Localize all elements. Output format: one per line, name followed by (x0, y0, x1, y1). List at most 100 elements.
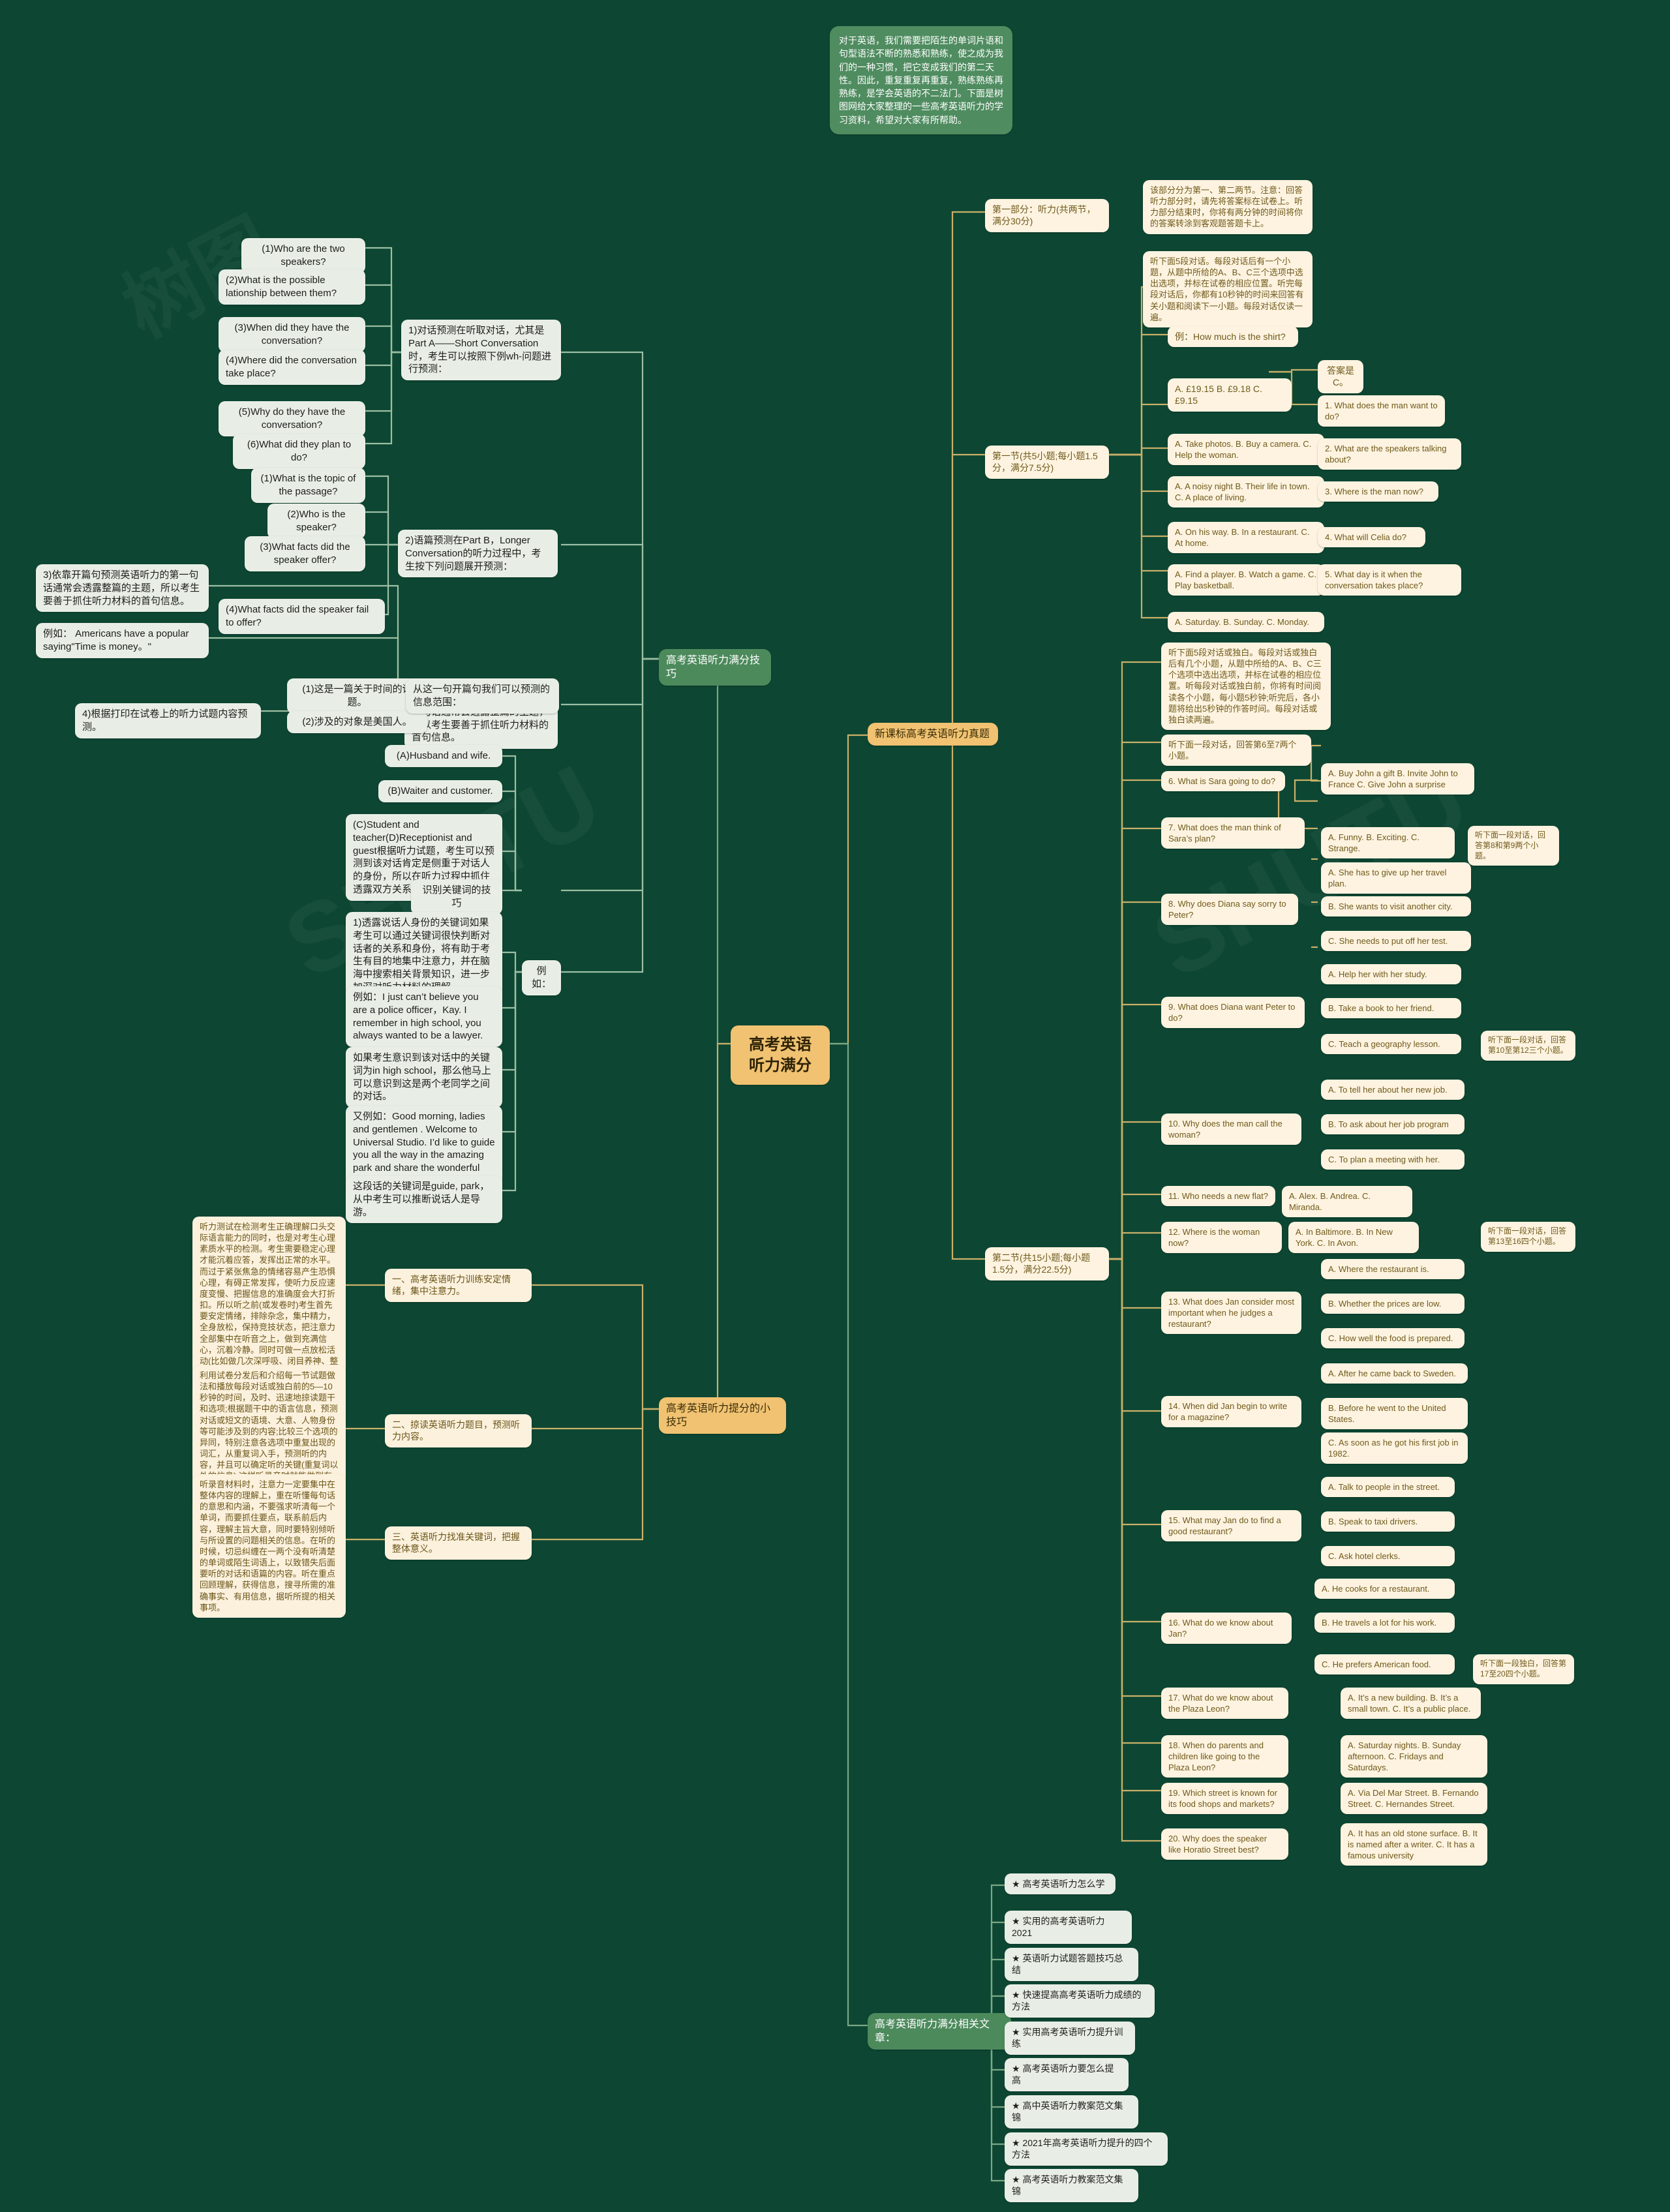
exam-q16-option-b[interactable]: B. He travels a lot for his work. (1314, 1613, 1455, 1633)
score-tip-body-3[interactable]: 听录音材料时，注意力一定要集中在整体内容的理解上，重在听懂每句话的意思和内涵，不… (192, 1474, 346, 1618)
printed-predict-node[interactable]: 4)根据打印在试卷上的听力试题内容预测。 (75, 703, 261, 738)
exam-question-9[interactable]: 9. What does Diana want Peter to do? (1161, 997, 1305, 1029)
exam-q9-option-a[interactable]: A. Help her with her study. (1321, 964, 1461, 985)
score-tip-title-3[interactable]: 三、英语听力找准关键词，把握整体意义。 (385, 1526, 532, 1560)
dialog-question-2[interactable]: (2)What is the possible lationship betwe… (219, 269, 365, 305)
exam-q15-option-b[interactable]: B. Speak to taxi drivers. (1321, 1511, 1455, 1532)
dialog-predict-node[interactable]: 1)对话预测在听取对话，尤其是Part A——Short Conversatio… (401, 320, 561, 381)
exam-q14-option-a[interactable]: A. After he came back to Sweden. (1321, 1363, 1468, 1384)
exam-q9-option-c[interactable]: C. Teach a geography lesson. (1321, 1034, 1461, 1055)
exam-q14-option-c[interactable]: C. As soon as he got his first job in 19… (1321, 1432, 1468, 1464)
keyword-item-5[interactable]: 这段话的关键词是guide, park，从中考生可以推断说话人是导游。 (346, 1175, 502, 1224)
exam-q10-option-b[interactable]: B. To ask about her job program (1321, 1114, 1465, 1135)
passage-question-4[interactable]: (4)What facts did the speaker fail to of… (219, 599, 385, 634)
exam-q9-option-b[interactable]: B. Take a book to her friend. (1321, 998, 1461, 1019)
exam-part1-note[interactable]: 该部分分为第一、第二两节。注意：回答听力部分时，请先将答案标在试卷上。听力部分结… (1143, 180, 1313, 234)
exam-q16-option-c[interactable]: C. He prefers American food. (1314, 1654, 1455, 1675)
dialog-hint-4[interactable]: 听下面一段对话，回答第13至16四个小题。 (1481, 1222, 1575, 1252)
exam-q12-options[interactable]: A. In Baltimore. B. In New York. C. In A… (1288, 1222, 1419, 1254)
keyword-skill-node[interactable]: 识别关键词的技巧 (411, 879, 502, 915)
dialog-question-4[interactable]: (4)Where did the conversation take place… (219, 350, 365, 385)
exam-q3-options[interactable]: A. On his way. B. In a restaurant. C. At… (1168, 522, 1324, 554)
exam-question-12[interactable]: 12. Where is the woman now? (1161, 1222, 1282, 1254)
exam-question-1[interactable]: 1. What does the man want to do? (1318, 395, 1445, 427)
exam-q10-option-a[interactable]: A. To tell her about her new job. (1321, 1080, 1465, 1100)
related-article-2[interactable]: ★ 实用的高考英语听力2021 (1005, 1911, 1132, 1944)
exam-q20-options[interactable]: A. It has an old stone surface. B. It is… (1341, 1823, 1487, 1866)
exam-question-17[interactable]: 17. What do we know about the Plaza Leon… (1161, 1688, 1288, 1720)
exam-q5-options[interactable]: A. Saturday. B. Sunday. C. Monday. (1168, 612, 1324, 633)
exam-q16-option-a[interactable]: A. He cooks for a restaurant. (1314, 1579, 1455, 1599)
related-article-4[interactable]: ★ 快速提高高考英语听力成绩的方法 (1005, 1984, 1155, 2018)
exam-q6-options[interactable]: A. Buy John a gift B. Invite John to Fra… (1321, 763, 1474, 795)
exam-q18-options[interactable]: A. Saturday nights. B. Sunday afternoon.… (1341, 1735, 1487, 1778)
exam-question-14[interactable]: 14. When did Jan begin to write for a ma… (1161, 1396, 1301, 1428)
dialog-hint-1[interactable]: 听下面一段对话，回答第6至7两个小题。 (1161, 735, 1311, 766)
keyword-item-3[interactable]: 如果考生意识到该对话中的关键词为in high school，那么他马上可以意识… (346, 1047, 502, 1108)
exam-question-18[interactable]: 18. When do parents and children like go… (1161, 1735, 1288, 1778)
exam-part1-node[interactable]: 第一部分：听力(共两节，满分30分) (985, 199, 1109, 232)
exam-question-2[interactable]: 2. What are the speakers talking about? (1318, 438, 1461, 470)
exam-section1-node[interactable]: 第一节(共5小题;每小题1.5分，满分7.5分) (985, 446, 1109, 479)
exam-question-5[interactable]: 5. What day is it when the conversation … (1318, 564, 1461, 596)
exam-q15-option-a[interactable]: A. Talk to people in the street. (1321, 1477, 1455, 1498)
exam-question-20[interactable]: 20. Why does the speaker like Horatio St… (1161, 1828, 1288, 1860)
branch-real-questions[interactable]: 新课标高考英语听力真题 (868, 723, 998, 746)
exam-q17-options[interactable]: A. It’s a new building. B. It’s a small … (1341, 1688, 1481, 1720)
exam-question-19[interactable]: 19. Which street is known for its food s… (1161, 1783, 1288, 1815)
first-sentence-node[interactable]: 3)依靠开篇句预测英语听力的第一句话通常会透露整篇的主题，所以考生要善于抓住听力… (36, 564, 209, 613)
exam-q2-options[interactable]: A. A noisy night B. Their life in town. … (1168, 476, 1324, 508)
exam-q1-options[interactable]: A. Take photos. B. Buy a camera. C. Help… (1168, 434, 1324, 466)
score-tip-title-2[interactable]: 二、掠读英语听力题目，预测听力内容。 (385, 1414, 532, 1447)
first-sentence-example[interactable]: 例如： Americans have a popular saying"Time… (36, 623, 209, 658)
exam-q13-option-b[interactable]: B. Whether the prices are low. (1321, 1294, 1465, 1314)
exam-q13-option-c[interactable]: C. How well the food is prepared. (1321, 1328, 1465, 1349)
dialog-hint-5[interactable]: 听下面一段独白，回答第17至20四个小题。 (1473, 1654, 1574, 1684)
related-article-6[interactable]: ★ 高考英语听力要怎么提高 (1005, 2058, 1129, 2091)
exam-q14-option-b[interactable]: B. Before he went to the United States. (1321, 1398, 1468, 1430)
exam-question-15[interactable]: 15. What may Jan do to find a good resta… (1161, 1510, 1301, 1542)
exam-q10-option-c[interactable]: C. To plan a meeting with her. (1321, 1149, 1465, 1170)
related-article-7[interactable]: ★ 高中英语听力教案范文集锦 (1005, 2095, 1138, 2129)
exam-question-8[interactable]: 8. Why does Diana say sorry to Peter? (1161, 894, 1298, 926)
keyword-item-2[interactable]: 例如：I just can’t believe you are a police… (346, 986, 502, 1048)
exam-q8-option-c[interactable]: C. She needs to put off her test. (1321, 931, 1471, 952)
score-tip-title-1[interactable]: 一、高考英语听力训练安定情绪，集中注意力。 (385, 1269, 532, 1302)
exam-q4-options[interactable]: A. Find a player. B. Watch a game. C. Pl… (1168, 564, 1324, 596)
keyword-item-1[interactable]: 1)透露说话人身份的关键词如果考生可以通过关键词很快判断对话者的关系和身份，将有… (346, 912, 502, 999)
related-article-3[interactable]: ★ 英语听力试题答题技巧总结 (1005, 1948, 1138, 1981)
passage-predict-node[interactable]: 2)语篇预测在Part B，Longer Conversation的听力过程中，… (398, 530, 558, 578)
dialog-question-6[interactable]: (6)What did they plan to do? (233, 434, 365, 469)
exam-q11-options[interactable]: A. Alex. B. Andrea. C. Miranda. (1282, 1186, 1412, 1218)
exam-question-13[interactable]: 13. What does Jan consider most importan… (1161, 1292, 1301, 1335)
branch-score-tips[interactable]: 高考英语听力提分的小技巧 (659, 1397, 786, 1434)
exam-question-11[interactable]: 11. Who needs a new flat? (1161, 1186, 1275, 1207)
exam-q7-options[interactable]: A. Funny. B. Exciting. C. Strange. (1321, 827, 1455, 859)
intro-node[interactable]: 对于英语，我们需要把陌生的单词片语和句型语法不断的熟悉和熟练，使之成为我们的一种… (830, 26, 1012, 135)
related-article-1[interactable]: ★ 高考英语听力怎么学 (1005, 1873, 1116, 1895)
related-article-9[interactable]: ★ 高考英语听力教案范文集锦 (1005, 2169, 1138, 2202)
exam-section2-node[interactable]: 第二节(共15小题;每小题1.5分，满分22.5分) (985, 1247, 1109, 1280)
dialog-question-3[interactable]: (3)When did they have the conversation? (219, 317, 365, 352)
exam-section1-note[interactable]: 听下面5段对话。每段对话后有一个小题，从题中所给的A、B、C三个选项中选出选项，… (1143, 251, 1313, 327)
exam-q19-options[interactable]: A. Via Del Mar Street. B. Fernando Stree… (1341, 1783, 1487, 1815)
keyword-example-label[interactable]: 例如： (522, 960, 561, 995)
exam-question-3[interactable]: 3. Where is the man now? (1318, 481, 1438, 502)
passage-question-3[interactable]: (3)What facts did the speaker offer? (245, 536, 365, 571)
dialog-question-5[interactable]: (5)Why do they have the conversation? (219, 401, 365, 436)
exam-q8-option-b[interactable]: B. She wants to visit another city. (1321, 896, 1471, 917)
exam-question-4[interactable]: 4. What will Celia do? (1318, 527, 1425, 548)
exam-question-10[interactable]: 10. Why does the man call the woman? (1161, 1114, 1301, 1145)
exam-question-16[interactable]: 16. What do we know about Jan? (1161, 1613, 1292, 1644)
range-item-2[interactable]: (2)涉及的对象是美国人。 (287, 711, 427, 733)
passage-question-2[interactable]: (2)Who is the speaker? (267, 504, 365, 539)
exam-question-6[interactable]: 6. What is Sara going to do? (1161, 771, 1285, 792)
option-b[interactable]: (B)Waiter and customer. (378, 780, 502, 802)
related-article-8[interactable]: ★ 2021年高考英语听力提升的四个方法 (1005, 2132, 1168, 2166)
exam-q13-option-a[interactable]: A. Where the restaurant is. (1321, 1259, 1465, 1280)
dialog-hint-3[interactable]: 听下面一段对话，回答第10至第12三个小题。 (1481, 1031, 1575, 1061)
branch-skills[interactable]: 高考英语听力满分技巧 (659, 649, 771, 686)
exam-q15-option-c[interactable]: C. Ask hotel clerks. (1321, 1546, 1455, 1567)
dialog-hint-2[interactable]: 听下面一段对话，回答第8和第9两个小题。 (1468, 826, 1559, 866)
exam-section2-note[interactable]: 听下面5段对话或独白。每段对话或独白后有几个小题，从题中所给的A、B、C三个选项… (1161, 643, 1331, 731)
